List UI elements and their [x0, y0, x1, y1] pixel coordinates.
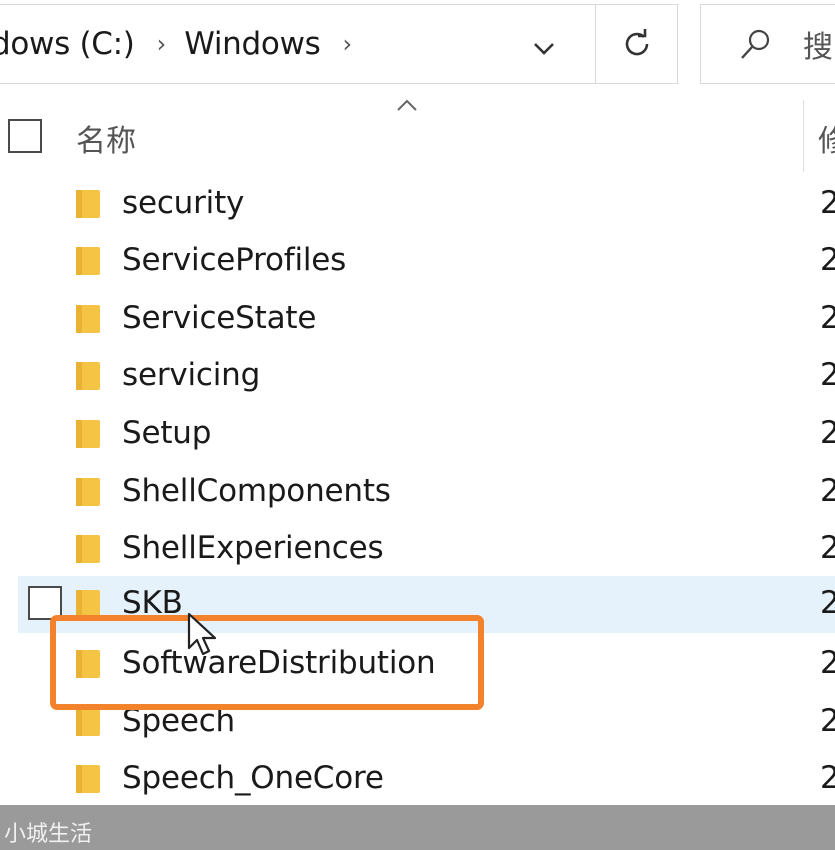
file-name: servicing — [122, 357, 261, 393]
list-item[interactable]: security 2 — [0, 176, 835, 233]
folder-icon — [76, 708, 100, 736]
chevron-down-icon[interactable] — [531, 35, 557, 61]
folder-icon — [76, 247, 100, 275]
file-date: 2 — [820, 357, 835, 393]
file-date: 2 — [820, 703, 835, 739]
search-placeholder: 搜 — [803, 30, 833, 65]
file-date: 2 — [820, 415, 835, 451]
file-date: 2 — [820, 242, 835, 278]
breadcrumb-separator-end[interactable]: › — [342, 30, 352, 58]
file-date: 2 — [820, 760, 835, 796]
file-date: 2 — [820, 645, 835, 681]
file-name: ServiceProfiles — [122, 242, 347, 278]
folder-icon — [76, 362, 100, 390]
column-header-name[interactable]: 名称 — [76, 116, 136, 160]
folder-icon — [76, 305, 100, 333]
search-box[interactable]: 搜 — [700, 4, 835, 84]
select-all-checkbox[interactable] — [8, 119, 42, 153]
file-name: ShellExperiences — [122, 530, 384, 566]
list-item[interactable]: ShellExperiences 2 — [0, 521, 835, 578]
breadcrumb-separator[interactable]: › — [157, 30, 167, 58]
list-item[interactable]: ServiceProfiles 2 — [0, 233, 835, 290]
file-name: security — [122, 185, 245, 221]
file-name: Setup — [122, 415, 212, 451]
list-item[interactable]: ShellComponents 2 — [0, 464, 835, 521]
file-name: Speech_OneCore — [122, 760, 384, 796]
list-item[interactable]: servicing 2 — [0, 348, 835, 405]
file-name: ServiceState — [122, 300, 317, 336]
file-date: 2 — [820, 585, 835, 621]
status-band — [0, 805, 835, 850]
file-name: ShellComponents — [122, 473, 391, 509]
list-item[interactable]: Speech_OneCore 2 — [0, 751, 835, 808]
folder-icon — [76, 535, 100, 563]
folder-icon — [76, 765, 100, 793]
refresh-icon — [625, 29, 648, 56]
search-icon — [741, 29, 770, 59]
list-item[interactable]: Setup 2 — [0, 406, 835, 463]
folder-icon — [76, 478, 100, 506]
address-bar[interactable]: dows (C:) › Windows › — [0, 4, 595, 84]
mouse-cursor-icon — [187, 612, 217, 656]
file-date: 2 — [820, 473, 835, 509]
sort-up-icon — [397, 99, 417, 111]
refresh-button[interactable] — [595, 4, 678, 84]
breadcrumb-drive[interactable]: dows (C:) — [0, 26, 135, 62]
highlight-annotation-box — [50, 615, 484, 710]
file-date: 2 — [820, 300, 835, 336]
list-item[interactable]: ServiceState 2 — [0, 291, 835, 348]
folder-icon — [76, 420, 100, 448]
folder-icon — [76, 190, 100, 218]
column-divider[interactable] — [803, 100, 804, 172]
watermark-text: 小城生活 — [4, 822, 93, 847]
column-header-date[interactable]: 修 — [818, 116, 835, 160]
file-date: 2 — [820, 530, 835, 566]
breadcrumb-windows[interactable]: Windows — [184, 26, 321, 62]
file-date: 2 — [820, 185, 835, 221]
